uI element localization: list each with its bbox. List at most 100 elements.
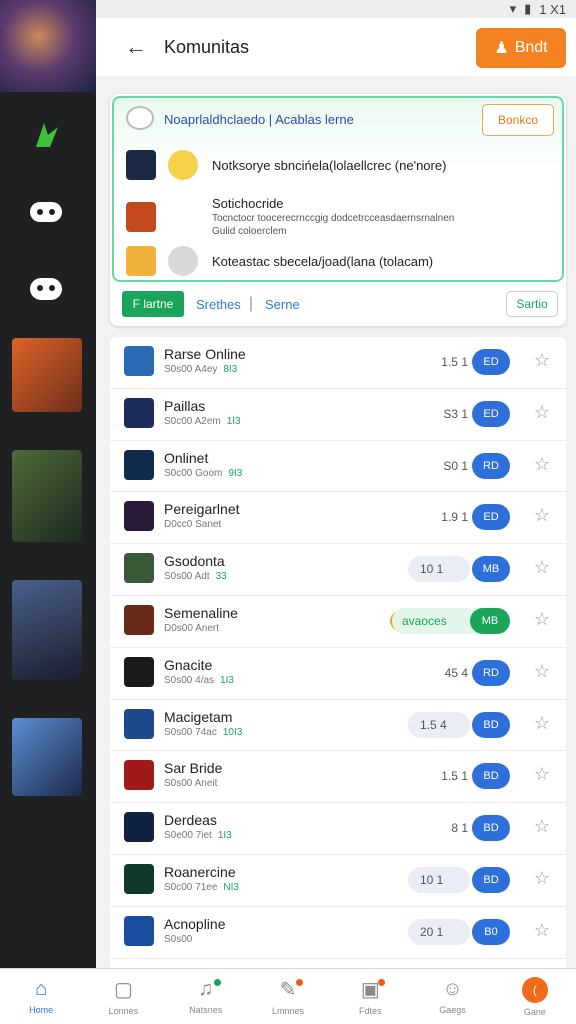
game-name: Semenaline (164, 604, 238, 621)
game-thumbnail[interactable] (12, 338, 82, 412)
filter-active[interactable]: F lartne (122, 291, 184, 317)
game-meta: D0s00 Anert (164, 622, 220, 634)
list-item[interactable]: Semenaline D0s00 Anert✓ avaocesMB☆ (110, 596, 566, 648)
status-pill[interactable]: avaoces MB (392, 607, 510, 634)
filter-tab[interactable]: Srethes (196, 297, 241, 312)
notification-sub: Tocnctocr toocerecrnccgig dodcetrcceasda… (212, 213, 455, 224)
play-button[interactable]: ED (472, 400, 510, 427)
page-title: Komunitas (164, 36, 250, 57)
notification-item[interactable]: Notksorye sbncińela(lolaellcrec (ne'nor… (126, 150, 556, 180)
leaf-icon[interactable] (24, 115, 68, 155)
count-pill: 1.5 4 (408, 711, 470, 738)
star-icon[interactable]: ☆ (534, 350, 550, 371)
app-icon (126, 246, 156, 276)
game-name: Rarse Online (164, 346, 246, 362)
game-name: Acnopline (164, 915, 226, 932)
game-icon (124, 812, 154, 843)
controller-icon[interactable] (24, 192, 68, 232)
list-item[interactable]: Onlinet S0c00 Goom 9I3 S0 1 RD ☆ (110, 441, 566, 493)
hero-thumbnail[interactable] (0, 0, 96, 92)
list-item[interactable]: Pereigarlnet D0cc0 Sanet 1.9 1 ED ☆ (110, 492, 566, 545)
list-item[interactable]: Macigetam S0s00 74ac 10I3 1.5 4 BD ☆ (110, 700, 566, 752)
controller-icon-2[interactable] (24, 268, 68, 308)
divider: | (248, 295, 253, 312)
list-item[interactable]: Roanercine S0c00 71ee NI3 10 1 BD ☆ (110, 855, 566, 907)
notification-item[interactable]: Sotichocride Tocnctocr toocerecrnccgig d… (126, 196, 556, 237)
star-icon[interactable]: ☆ (534, 920, 550, 941)
tab-label: Gane (523, 1006, 546, 1017)
filter-tab[interactable]: Serne (265, 297, 300, 312)
game-icon (124, 501, 154, 532)
card-side-button[interactable]: Bonkco (482, 104, 554, 136)
tab-home[interactable]: ⌂ Home (0, 969, 82, 1024)
star-icon[interactable]: ☆ (534, 557, 550, 578)
tab-lmnnes[interactable]: ✎ Lmnnes (247, 969, 329, 1024)
game-meta: S0s00 74ac 10I3 (164, 726, 243, 738)
game-rail (0, 0, 96, 968)
play-button[interactable]: BD (472, 711, 510, 738)
tab-natsnes[interactable]: ♫ Natsnes (165, 969, 247, 1024)
list-item[interactable]: Sar Bride S0s00 Aneit 1.5 1 BD ☆ (110, 751, 566, 804)
star-icon[interactable]: ☆ (534, 402, 550, 423)
game-meta: S0s00 4/as 1I3 (164, 674, 234, 686)
tab-label: Lonnes (108, 1006, 139, 1016)
tab-gaegs[interactable]: ☺ Gaegs (411, 969, 493, 1024)
play-button[interactable]: BD (472, 763, 510, 790)
play-button[interactable]: BD (472, 815, 510, 842)
star-icon[interactable]: ☆ (534, 816, 550, 837)
game-meta: S0c00 A2em 1I3 (164, 415, 241, 427)
game-name: Paillas (164, 397, 206, 414)
game-icon (124, 760, 154, 791)
list-item[interactable]: Acnopline S0s00 20 1 B0 ☆ (110, 907, 566, 959)
play-button[interactable]: BD (472, 866, 510, 893)
star-icon[interactable]: ☆ (534, 661, 550, 682)
settings-button[interactable]: Sartio (506, 291, 558, 317)
game-icon (124, 915, 154, 946)
tab-label: Fdtes (359, 1006, 382, 1016)
play-button[interactable]: ED (472, 349, 510, 375)
list-item[interactable]: Gsodonta S0s00 Adt 33 10 1 MB ☆ (110, 544, 566, 596)
back-arrow-icon[interactable]: ← (118, 29, 154, 65)
play-button[interactable]: RD (472, 452, 510, 479)
game-meta: S0e00 7iet 1I3 (164, 830, 232, 842)
count: 1.5 1 (441, 769, 468, 784)
count: 45 4 (444, 665, 468, 680)
app-icon (126, 201, 156, 232)
avatar (168, 246, 198, 276)
star-icon[interactable]: ☆ (534, 454, 550, 475)
game-name: Roanercine (164, 863, 236, 880)
tab-gane[interactable]: (Gane (494, 969, 576, 1024)
play-button[interactable]: RD (472, 659, 510, 686)
star-icon[interactable]: ☆ (534, 609, 550, 630)
list-item[interactable]: Derdeas S0e00 7iet 1I3 8 1 BD ☆ (110, 803, 566, 855)
tab-label: Gaegs (439, 1005, 466, 1015)
star-icon[interactable]: ☆ (534, 868, 550, 889)
header-action-button[interactable]: ♟ Bndt (476, 28, 566, 68)
notification-item[interactable]: Koteastac sbecela/joad(lana (tolacam) (126, 246, 556, 276)
game-thumbnail[interactable] (12, 718, 82, 796)
game-thumbnail[interactable] (12, 450, 82, 542)
play-button[interactable]: MB (472, 556, 510, 583)
list-item[interactable]: Gnacite S0s00 4/as 1I3 45 4 RD ☆ (110, 648, 566, 700)
tab-lonnes[interactable]: ▢ Lonnes (82, 969, 164, 1024)
tab-fdtes[interactable]: ▣ Fdtes (329, 969, 411, 1024)
star-icon[interactable]: ☆ (534, 764, 550, 785)
count: 1.5 1 (441, 355, 468, 369)
count: S3 1 (443, 406, 468, 421)
bell-icon: ♫ (198, 978, 214, 1000)
count: 1.9 1 (441, 510, 468, 525)
list-item[interactable]: Paillas S0c00 A2em 1I3 S3 1 ED ☆ (110, 389, 566, 441)
star-icon[interactable]: ☆ (534, 713, 550, 734)
game-meta: S0c00 Goom 9I3 (164, 467, 243, 479)
play-button[interactable]: B0 (472, 918, 510, 945)
home-icon: ⌂ (35, 978, 48, 1000)
list-item[interactable]: Rarse Online S0s00 A4ey 8I3 1.5 1 ED ☆ (110, 337, 566, 389)
game-thumbnail[interactable] (12, 580, 82, 680)
game-name: Gsodonta (164, 553, 225, 570)
play-button[interactable]: ED (472, 504, 510, 531)
star-icon[interactable]: ☆ (534, 505, 550, 526)
game-meta: D0cc0 Sanet (164, 519, 222, 531)
count: S0 1 (443, 458, 468, 473)
notification-panel: Noaprlaldhclaedo | Acablas lerne Bonkco … (112, 96, 564, 282)
avatar (168, 150, 198, 180)
